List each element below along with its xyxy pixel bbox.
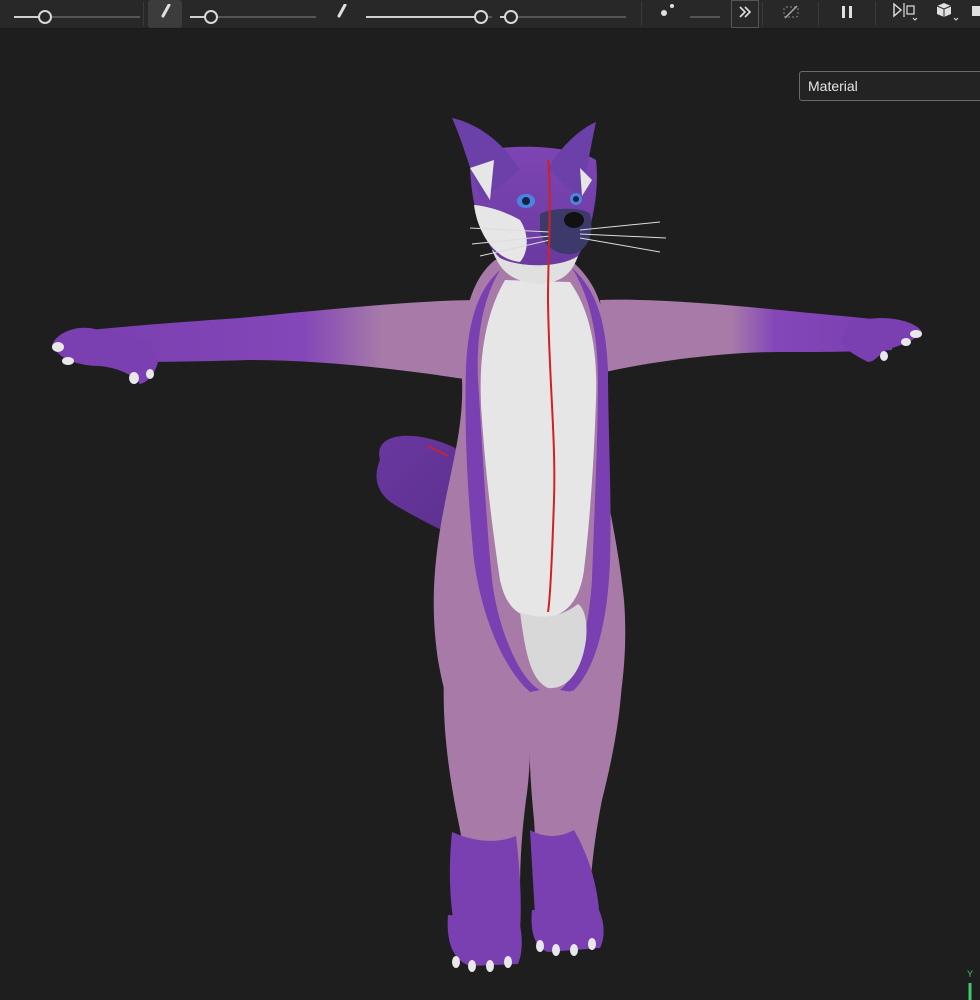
pause-button[interactable] <box>832 0 862 28</box>
nodes-icon <box>656 3 678 26</box>
app-window: { "toolbar": { "slider_1": {"value": 0.3… <box>0 0 980 1000</box>
material-dropdown[interactable]: Material <box>799 71 980 101</box>
display-mode-dropdown[interactable] <box>928 0 964 28</box>
material-dropdown-label: Material <box>808 78 858 94</box>
brush-icon <box>157 3 173 25</box>
chevron-double-right-icon <box>737 5 753 24</box>
panel-icon <box>968 5 980 24</box>
visibility-off-icon <box>782 4 800 25</box>
cube-icon <box>931 1 961 28</box>
3d-viewport[interactable]: Material Y <box>0 29 980 1000</box>
symmetry-slider[interactable] <box>690 0 720 28</box>
brush-opacity-slider[interactable] <box>190 0 316 28</box>
top-toolbar <box>0 0 980 29</box>
brush-size-slider[interactable] <box>14 0 140 28</box>
brush-settings-button[interactable] <box>328 0 354 28</box>
brush-strength-slider[interactable] <box>366 0 492 28</box>
symmetry-button[interactable] <box>652 0 682 28</box>
more-tools-button[interactable] <box>731 0 759 28</box>
axis-gizmo: Y <box>964 969 980 1000</box>
toggle-visibility-button[interactable] <box>776 0 806 28</box>
mirror-mode-dropdown[interactable] <box>886 0 922 28</box>
pause-icon <box>840 5 854 24</box>
brush-tool-button[interactable] <box>148 0 182 28</box>
overflow-button[interactable] <box>968 0 980 28</box>
brush-icon <box>333 3 349 25</box>
fox-model <box>52 118 922 972</box>
brush-spacing-slider[interactable] <box>500 0 626 28</box>
mirror-icon <box>889 1 919 28</box>
